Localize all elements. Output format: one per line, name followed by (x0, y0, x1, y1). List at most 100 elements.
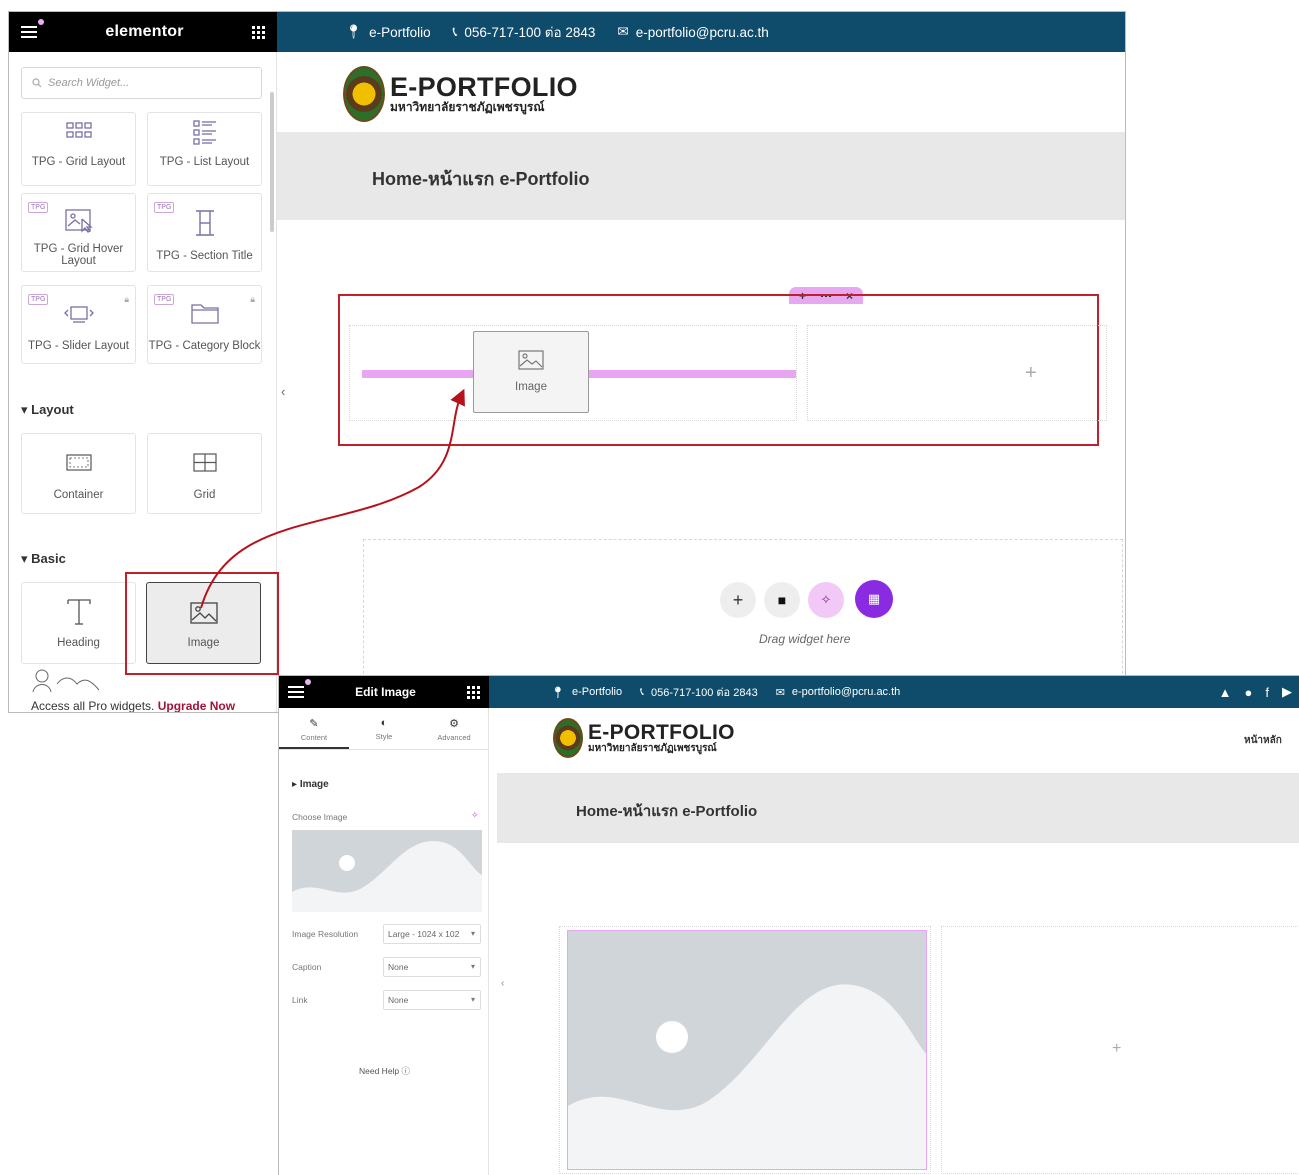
dragged-image-widget[interactable]: Image (473, 331, 589, 413)
messenger-icon[interactable]: ● (1245, 685, 1259, 700)
image-icon (518, 350, 544, 370)
add-template-button[interactable]: ■ (764, 582, 800, 618)
logo-title: E-PORTFOLIO (588, 721, 735, 744)
tab-style[interactable]: ◐ Style (349, 708, 419, 749)
collapse-panel-icon[interactable]: ‹ (501, 978, 504, 989)
topbar-email[interactable]: ✉ e-portfolio@pcru.ac.th (617, 24, 768, 40)
heading-icon (66, 599, 91, 625)
widget-tpg-grid-hover-layout[interactable]: TPG TPG - Grid Hover Layout (21, 193, 136, 272)
lock-icon: 🔒︎ (124, 294, 129, 304)
gear-icon: ⚙ (449, 718, 459, 730)
section-basic-label: Basic (31, 551, 66, 566)
topbar-phone[interactable]: 📞︎ 056-717-100 ต่อ 2843 (640, 683, 758, 701)
envelope-icon: ✉ (617, 24, 629, 39)
widget-label: Heading (57, 637, 100, 649)
slider-icon (63, 306, 94, 323)
graduation-cap-icon[interactable]: ▲ (1219, 685, 1238, 700)
envelope-icon: ✉ (775, 686, 785, 699)
search-icon (32, 78, 42, 88)
add-widget-plus-icon[interactable]: + (1112, 1040, 1121, 1058)
widget-tpg-slider-layout[interactable]: TPG 🔒︎ TPG - Slider Layout (21, 285, 136, 364)
caption-select[interactable]: None (383, 957, 481, 977)
need-help-link[interactable]: Need Help ⓘ (359, 1065, 410, 1077)
section-title-icon (195, 210, 214, 236)
phone-icon: 📞︎ (452, 24, 458, 39)
section-image-heading[interactable]: ▸ Image (292, 779, 329, 790)
topbar-portfolio[interactable]: 📍︎ e-Portfolio (551, 686, 622, 699)
edit-title: Edit Image (355, 685, 416, 699)
page-hero: Home-หน้าแรก e-Portfolio (277, 132, 1125, 220)
upgrade-link[interactable]: Upgrade Now (158, 699, 235, 712)
logo-subtitle: มหาวิทยาลัยราชภัฏเพชรบูรณ์ (390, 99, 545, 114)
tab-advanced[interactable]: ⚙ Advanced (419, 708, 489, 749)
lock-icon: 🔒︎ (250, 294, 255, 304)
edit-panel-header: Edit Image (279, 676, 489, 708)
grid-layout-icon (65, 122, 92, 138)
panel-header: elementor (9, 12, 277, 52)
apps-grid-icon[interactable] (252, 25, 265, 39)
university-emblem (553, 718, 583, 758)
editor-screenshot-1: elementor Search Widget... TPG - Grid La… (8, 11, 1126, 713)
page-hero: Home-หน้าแรก e-Portfolio (497, 773, 1299, 843)
link-label: Link (292, 995, 308, 1005)
topbar-portfolio-text: e-Portfolio (571, 686, 623, 698)
search-input[interactable]: Search Widget... (21, 67, 262, 99)
ai-sparkle-icon[interactable]: ✧ (471, 810, 479, 821)
widget-heading[interactable]: Heading (21, 582, 136, 664)
sparkle-icon: ✧ (820, 592, 832, 607)
tab-content-label: Content (300, 733, 328, 742)
tab-advanced-label: Advanced (437, 733, 471, 742)
topbar-phone-text: 056-717-100 ต่อ 2843 (464, 25, 596, 40)
resolution-select[interactable]: Large - 1024 x 102 (383, 924, 481, 944)
panel-scrollbar[interactable] (270, 92, 274, 232)
help-icon: ⓘ (401, 1066, 411, 1076)
widget-container[interactable]: Container (21, 433, 136, 514)
widget-tpg-section-title[interactable]: TPG TPG - Section Title (147, 193, 262, 272)
location-pin-icon: 📍︎ (345, 24, 363, 39)
link-select[interactable]: None (383, 990, 481, 1010)
plus-icon: + (732, 589, 744, 610)
youtube-icon[interactable]: ▶ (1282, 684, 1298, 700)
image-widget-placeholder[interactable] (567, 930, 927, 1170)
pro-promo-illustration (27, 664, 103, 699)
site-logo[interactable]: E-PORTFOLIO มหาวิทยาลัยราชภัฏเพชรบูรณ์ (553, 718, 735, 758)
choose-image-label: Choose Image (292, 812, 348, 822)
widget-tpg-category-block[interactable]: TPG 🔒︎ TPG - Category Block (147, 285, 262, 364)
topbar-portfolio-text: e-Portfolio (369, 24, 431, 40)
topbar-phone-text: 056-717-100 ต่อ 2843 (650, 687, 758, 699)
promo-text: Access all Pro widgets. (31, 699, 155, 713)
container-icon (65, 454, 92, 471)
topbar-email[interactable]: ✉ e-portfolio@pcru.ac.th (776, 686, 901, 699)
kit-library-button[interactable]: ▦ (855, 580, 893, 618)
location-pin-icon: 📍︎ (551, 686, 565, 699)
nav-home[interactable]: หน้าหลัก (1244, 733, 1282, 748)
site-topbar: 📍︎ e-Portfolio 📞︎ 056-717-100 ต่อ 2843 ✉ e-… (277, 12, 1125, 52)
widget-tpg-grid-layout[interactable]: TPG - Grid Layout (21, 112, 136, 186)
menu-icon[interactable] (21, 19, 44, 38)
ai-button[interactable]: ✧ (808, 582, 844, 618)
grid-icon: ▦ (867, 591, 881, 606)
social-icons[interactable]: ▲ ● f ▶ (1219, 684, 1298, 700)
apps-grid-icon[interactable] (467, 685, 480, 699)
topbar-phone[interactable]: 📞︎ 056-717-100 ต่อ 2843 (453, 21, 596, 43)
container-column-right[interactable] (807, 325, 1107, 421)
topbar-portfolio[interactable]: 📍︎ e-Portfolio (345, 24, 431, 40)
site-logo[interactable]: E-PORTFOLIO มหาวิทยาลัยราชภัฏเพชรบูรณ์ (343, 66, 578, 122)
widget-tpg-list-layout[interactable]: TPG - List Layout (147, 112, 262, 186)
tab-style-label: Style (375, 732, 393, 741)
menu-icon[interactable] (288, 679, 311, 698)
folder-icon: ■ (777, 592, 787, 608)
placeholder-image-icon (568, 984, 926, 1169)
pencil-icon: ✎ (309, 718, 319, 730)
image-chooser[interactable] (292, 830, 482, 912)
need-help-text: Need Help (359, 1066, 400, 1076)
section-layout-heading[interactable]: ▾ Layout (21, 402, 74, 418)
add-section-button[interactable]: + (720, 582, 756, 618)
topbar-email-text: e-portfolio@pcru.ac.th (635, 24, 769, 40)
section-basic-heading[interactable]: ▾ Basic (21, 551, 66, 567)
tab-content[interactable]: ✎ Content (279, 708, 349, 749)
tpg-badge: TPG (28, 202, 49, 213)
facebook-icon[interactable]: f (1265, 685, 1275, 700)
phone-icon: 📞︎ (640, 685, 644, 698)
add-widget-plus-icon[interactable]: + (1025, 362, 1037, 385)
